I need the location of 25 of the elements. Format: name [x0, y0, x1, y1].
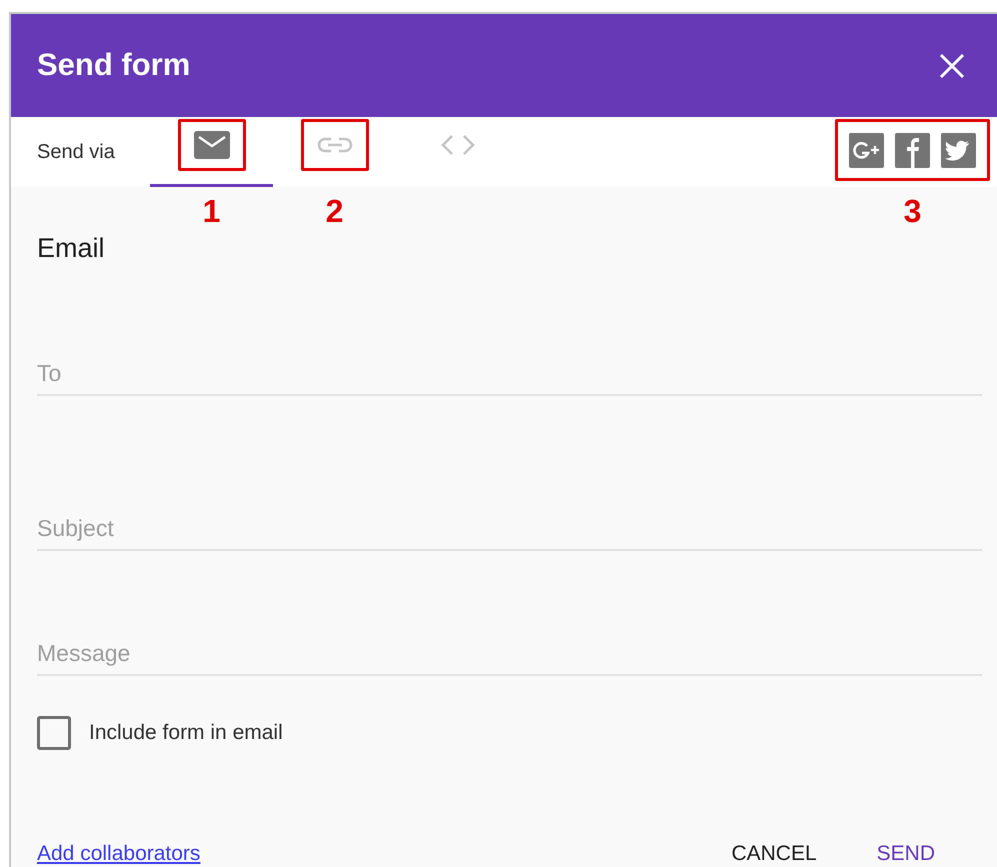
section-title: Email: [37, 235, 106, 262]
dialog-button[interactable]: CANCEL: [717, 832, 831, 867]
annotation-number: 3: [904, 195, 922, 227]
share-button[interactable]: [895, 132, 930, 168]
code-brackets-icon: [440, 134, 476, 156]
close-icon: [939, 52, 965, 78]
facebook-icon: [895, 132, 930, 168]
share-button[interactable]: [849, 132, 884, 168]
checkbox[interactable]: [37, 716, 71, 750]
send-via-label: Send via: [36, 140, 116, 165]
text-field[interactable]: To: [37, 352, 982, 396]
text-field[interactable]: Subject: [37, 507, 982, 551]
text-field[interactable]: Message: [37, 632, 982, 676]
add-collaborators-link[interactable]: Add collaborators: [37, 838, 200, 867]
send-via-tab[interactable]: [150, 117, 273, 187]
twitter-bird-icon: [941, 132, 976, 168]
google-plus-icon: [849, 132, 884, 168]
share-button[interactable]: [941, 132, 976, 168]
dialog-title: Send form: [37, 46, 190, 84]
dialog-button[interactable]: SEND: [862, 832, 949, 867]
envelope-icon: [194, 130, 230, 158]
link-icon: [316, 136, 352, 154]
annotation-number: 2: [326, 195, 344, 227]
checkbox-label: Include form in email: [89, 720, 283, 746]
annotation-number: 1: [202, 195, 220, 227]
